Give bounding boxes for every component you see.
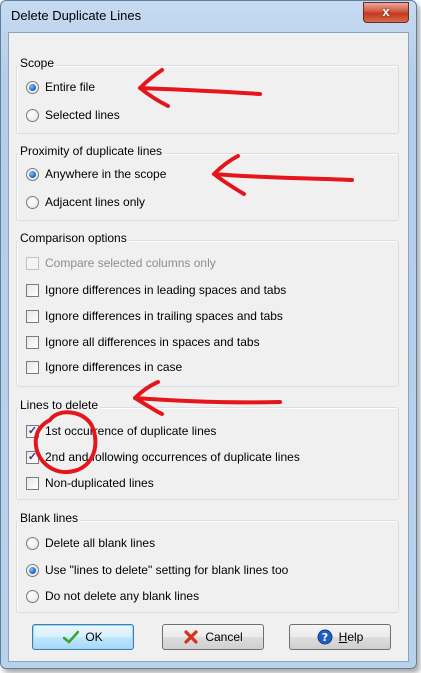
checkbox[interactable] xyxy=(26,283,39,297)
radio-button[interactable] xyxy=(26,589,39,603)
radio-button-checked[interactable] xyxy=(26,80,39,94)
cancel-x-icon xyxy=(183,629,199,645)
checkbox-checked[interactable]: ✓ xyxy=(26,424,39,438)
checkbox-non-duplicated[interactable]: Non-duplicated lines xyxy=(26,474,154,492)
checkbox[interactable] xyxy=(26,335,39,349)
checkbox-label: Ignore differences in trailing spaces an… xyxy=(45,309,283,323)
checkbox-label: Ignore differences in case xyxy=(45,360,183,374)
checkbox-first-occurrence[interactable]: ✓ 1st occurrence of duplicate lines xyxy=(26,422,216,440)
help-icon: ? xyxy=(317,629,333,645)
radio-label: Selected lines xyxy=(45,108,120,122)
svg-text:?: ? xyxy=(321,631,327,644)
checkbox[interactable] xyxy=(26,476,39,490)
group-title-scope: Scope xyxy=(18,55,57,71)
checkbox-label: 2nd and following occurrences of duplica… xyxy=(45,450,300,464)
radio-entire-file[interactable]: Entire file xyxy=(26,78,95,96)
ok-label: OK xyxy=(85,630,103,644)
window-title: Delete Duplicate Lines xyxy=(11,8,142,23)
group-blank-lines: Blank lines Delete all blank lines Use "… xyxy=(16,510,399,613)
radio-label: Anywhere in the scope xyxy=(45,167,167,181)
radio-button-checked[interactable] xyxy=(26,167,39,181)
checkbox-label: Ignore all differences in spaces and tab… xyxy=(45,335,260,349)
help-button[interactable]: ? Help xyxy=(289,624,391,650)
group-title-lines-to-delete: Lines to delete xyxy=(18,397,101,413)
radio-label: Use "lines to delete" setting for blank … xyxy=(45,563,289,577)
cancel-button[interactable]: Cancel xyxy=(162,624,264,650)
group-scope: Scope Entire file Selected lines xyxy=(16,55,399,134)
group-title-comparison: Comparison options xyxy=(18,230,129,246)
ok-button[interactable]: OK xyxy=(32,624,134,650)
checkbox-label: Non-duplicated lines xyxy=(45,476,154,490)
checkbox-compare-selected-columns: Compare selected columns only xyxy=(26,254,216,272)
checkmark-icon xyxy=(63,630,80,644)
checkbox-ignore-all-spaces[interactable]: Ignore all differences in spaces and tab… xyxy=(26,333,260,351)
group-lines-to-delete: Lines to delete ✓ 1st occurrence of dupl… xyxy=(16,397,399,500)
checkbox-label: Ignore differences in leading spaces and… xyxy=(45,283,287,297)
group-comparison-options: Comparison options Compare selected colu… xyxy=(16,230,399,387)
radio-label: Delete all blank lines xyxy=(45,536,156,550)
dialog-client-area: Scope Entire file Selected lines Proximi… xyxy=(8,32,409,662)
checkbox-label: Compare selected columns only xyxy=(45,256,216,270)
checkbox-ignore-leading-spaces[interactable]: Ignore differences in leading spaces and… xyxy=(26,281,286,299)
dialog-window: Delete Duplicate Lines x Scope Entire fi… xyxy=(0,0,417,669)
radio-label: Adjacent lines only xyxy=(45,195,146,209)
help-label: Help xyxy=(339,630,364,644)
close-button[interactable]: x xyxy=(363,2,409,23)
close-icon: x xyxy=(382,4,390,19)
group-title-proximity: Proximity of duplicate lines xyxy=(18,143,165,159)
radio-button[interactable] xyxy=(26,536,39,550)
checkbox xyxy=(26,256,39,270)
title-bar[interactable]: Delete Duplicate Lines x xyxy=(1,1,416,31)
radio-selected-lines[interactable]: Selected lines xyxy=(26,106,120,124)
radio-button[interactable] xyxy=(26,195,39,209)
radio-adjacent-lines-only[interactable]: Adjacent lines only xyxy=(26,193,145,211)
radio-button-checked[interactable] xyxy=(26,563,39,577)
checkbox-checked[interactable]: ✓ xyxy=(26,450,39,464)
radio-button[interactable] xyxy=(26,108,39,122)
checkbox-second-and-following[interactable]: ✓ 2nd and following occurrences of dupli… xyxy=(26,448,300,466)
cancel-label: Cancel xyxy=(205,630,243,644)
radio-label: Do not delete any blank lines xyxy=(45,589,200,603)
help-label-rest: elp xyxy=(347,630,364,644)
radio-delete-all-blank-lines[interactable]: Delete all blank lines xyxy=(26,534,155,552)
checkbox-ignore-trailing-spaces[interactable]: Ignore differences in trailing spaces an… xyxy=(26,307,283,325)
checkbox[interactable] xyxy=(26,360,39,374)
checkbox-ignore-case[interactable]: Ignore differences in case xyxy=(26,358,182,376)
checkbox-label: 1st occurrence of duplicate lines xyxy=(45,424,217,438)
checkbox[interactable] xyxy=(26,309,39,323)
radio-use-lines-to-delete-setting[interactable]: Use "lines to delete" setting for blank … xyxy=(26,561,288,579)
radio-label: Entire file xyxy=(45,80,96,94)
group-proximity: Proximity of duplicate lines Anywhere in… xyxy=(16,143,399,221)
radio-anywhere-in-scope[interactable]: Anywhere in the scope xyxy=(26,165,166,183)
group-title-blank-lines: Blank lines xyxy=(18,510,81,526)
radio-do-not-delete-blank-lines[interactable]: Do not delete any blank lines xyxy=(26,587,199,605)
